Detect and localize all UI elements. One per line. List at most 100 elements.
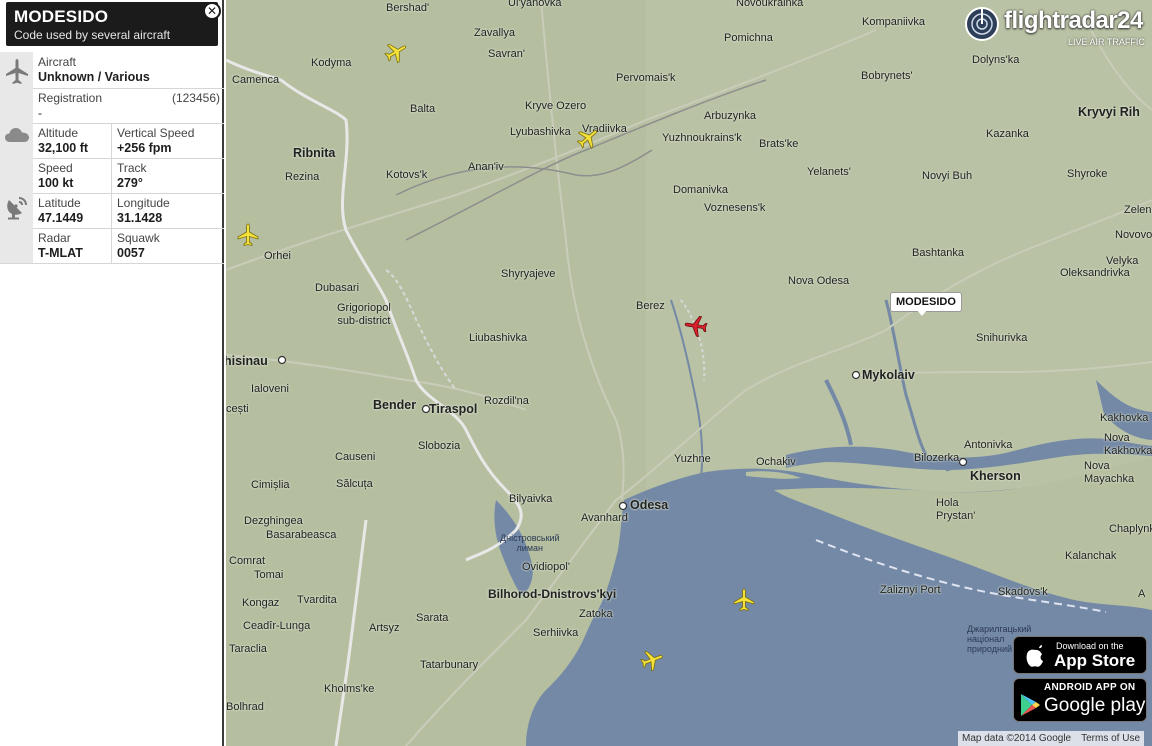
place-label: Mykolaiv — [862, 368, 915, 382]
play-store-icon — [1021, 694, 1040, 716]
app-store-title: App Store — [1054, 651, 1136, 670]
aircraft-field: Aircraft Unknown / Various — [33, 52, 224, 88]
place-label: Ovidiopol' — [522, 561, 570, 573]
place-label: Liubashivka — [469, 332, 528, 344]
place-label: Basarabeasca — [266, 529, 337, 541]
place-label: Odesa — [630, 498, 669, 512]
vertical-speed-label: Vertical Speed — [117, 126, 195, 140]
place-label: Novyi Buh — [922, 170, 973, 182]
place-label: A — [1138, 588, 1146, 600]
speed-label: Speed — [38, 161, 73, 175]
place-label: Velyka — [1106, 255, 1139, 267]
flight-title-box: MODESIDO Code used by several aircraft — [6, 2, 218, 46]
place-label: Antonivka — [964, 439, 1013, 451]
place-label: Shyroke — [1067, 168, 1108, 180]
place-label: Kakhovka — [1100, 412, 1149, 424]
registration-value: - — [38, 106, 42, 120]
place-label: Hola Prystan' — [936, 497, 976, 522]
place-label: Zaliznyi Port — [880, 584, 941, 596]
altitude-label: Altitude — [38, 126, 79, 140]
radar-field: Radar T-MLAT — [33, 228, 112, 263]
registration-code: (123456) — [171, 91, 220, 105]
place-label: Shyryajeve — [501, 268, 556, 280]
google-play-badge[interactable]: ANDROID APP ON Google play — [1013, 678, 1147, 722]
logo-text: flightradar24 — [1004, 7, 1143, 34]
place-label: Lyubashivka — [510, 126, 571, 138]
longitude-label: Longitude — [117, 196, 170, 210]
place-label: Snihurivka — [976, 332, 1028, 344]
place-label: Nova Odesa — [788, 275, 850, 287]
place-label: Orhei — [264, 250, 291, 262]
aircraft-marker-icon[interactable] — [732, 588, 756, 612]
squawk-label: Squawk — [117, 231, 160, 245]
altitude-field: Altitude 32,100 ft — [33, 123, 112, 158]
place-label: Bashtanka — [912, 247, 964, 259]
track-field: Track 279° — [112, 158, 224, 193]
map-data-credit: Map data ©2014 Google — [962, 733, 1072, 744]
flight-subtitle: Code used by several aircraft — [14, 28, 171, 42]
vertical-speed-value: +256 fpm — [117, 141, 172, 155]
place-label: Kherson — [970, 469, 1021, 483]
close-icon: ✕ — [206, 4, 218, 18]
satellite-dish-icon — [7, 197, 27, 220]
place-label: Bilozerka — [914, 452, 960, 464]
place-label: Bender — [373, 398, 417, 412]
place-label: Zavallya — [474, 27, 515, 39]
place-label: Kalanchak — [1065, 550, 1117, 562]
radar-logo-icon — [965, 7, 999, 41]
place-label: Anan'iv — [468, 161, 504, 173]
place-label: cești — [226, 403, 249, 415]
place-label: Nova Kakhovka — [1104, 432, 1152, 457]
speed-field: Speed 100 kt — [33, 158, 112, 193]
longitude-value: 31.1428 — [117, 211, 163, 225]
terms-of-use-link[interactable]: Terms of Use — [1081, 733, 1140, 744]
place-label: Ialoveni — [251, 383, 289, 395]
place-label: Camenca — [232, 74, 280, 86]
place-label: Slobozia — [418, 440, 461, 452]
place-label: Taraclia — [229, 643, 267, 655]
divider — [0, 263, 224, 264]
place-label: Dubasari — [315, 282, 360, 294]
place-label: Tomai — [254, 569, 284, 581]
place-label: Grigoriopol sub-district — [337, 302, 391, 327]
place-label: Voznesens'k — [704, 202, 766, 214]
place-label: Ochakiv — [756, 456, 796, 468]
track-label: Track — [117, 161, 147, 175]
place-label: Tvardita — [297, 594, 337, 606]
place-label: Tatarbunary — [420, 659, 479, 671]
aircraft-label: Aircraft — [38, 55, 77, 69]
registration-field: Registration - (123456) — [33, 88, 224, 124]
place-label: Bolhrad — [226, 701, 264, 713]
place-label: Kongaz — [242, 597, 280, 609]
selected-aircraft-marker-icon[interactable] — [682, 312, 709, 339]
place-label: Kotovs'k — [386, 169, 428, 181]
place-label: Pomichna — [724, 32, 773, 44]
place-label: Savran' — [488, 48, 525, 60]
app-store-badge[interactable]: Download on the App Store — [1013, 636, 1147, 674]
flightradar24-logo: flightradar24 LIVE AIR TRAFFIC — [964, 4, 1150, 50]
place-label: Cimișlia — [251, 479, 290, 491]
map-view[interactable]: Bershad' Ul'yanovka Novoukrainka Kompani… — [226, 0, 1152, 746]
place-label: Kryvyi Rih — [1078, 105, 1140, 119]
place-label: Kazanka — [986, 128, 1029, 140]
latitude-value: 47.1449 — [38, 211, 84, 225]
place-label: Brats'ke — [759, 138, 799, 150]
latitude-label: Latitude — [38, 196, 81, 210]
flight-info-panel: MODESIDO Code used by several aircraft ✕… — [0, 0, 224, 746]
aircraft-marker-icon[interactable] — [236, 223, 260, 247]
radar-value: T-MLAT — [38, 246, 83, 260]
place-label: Dezghingea — [244, 515, 303, 527]
place-label: Serhiivka — [533, 627, 579, 639]
squawk-value: 0057 — [117, 246, 145, 260]
radar-label: Radar — [38, 231, 71, 245]
place-label: Sălcuța — [336, 478, 373, 490]
place-label: Yelanets' — [807, 166, 851, 178]
google-play-subtitle: ANDROID APP ON — [1044, 682, 1136, 693]
place-label: Bilhorod-Dnistrovs'kyi — [488, 587, 617, 601]
airplane-icon — [6, 59, 28, 84]
speed-value: 100 kt — [38, 176, 74, 190]
close-button[interactable]: ✕ — [203, 2, 221, 20]
place-label: Arbuzynka — [704, 110, 756, 122]
place-label: Oleksandrivka — [1060, 267, 1130, 279]
cloud-icon — [5, 128, 29, 142]
